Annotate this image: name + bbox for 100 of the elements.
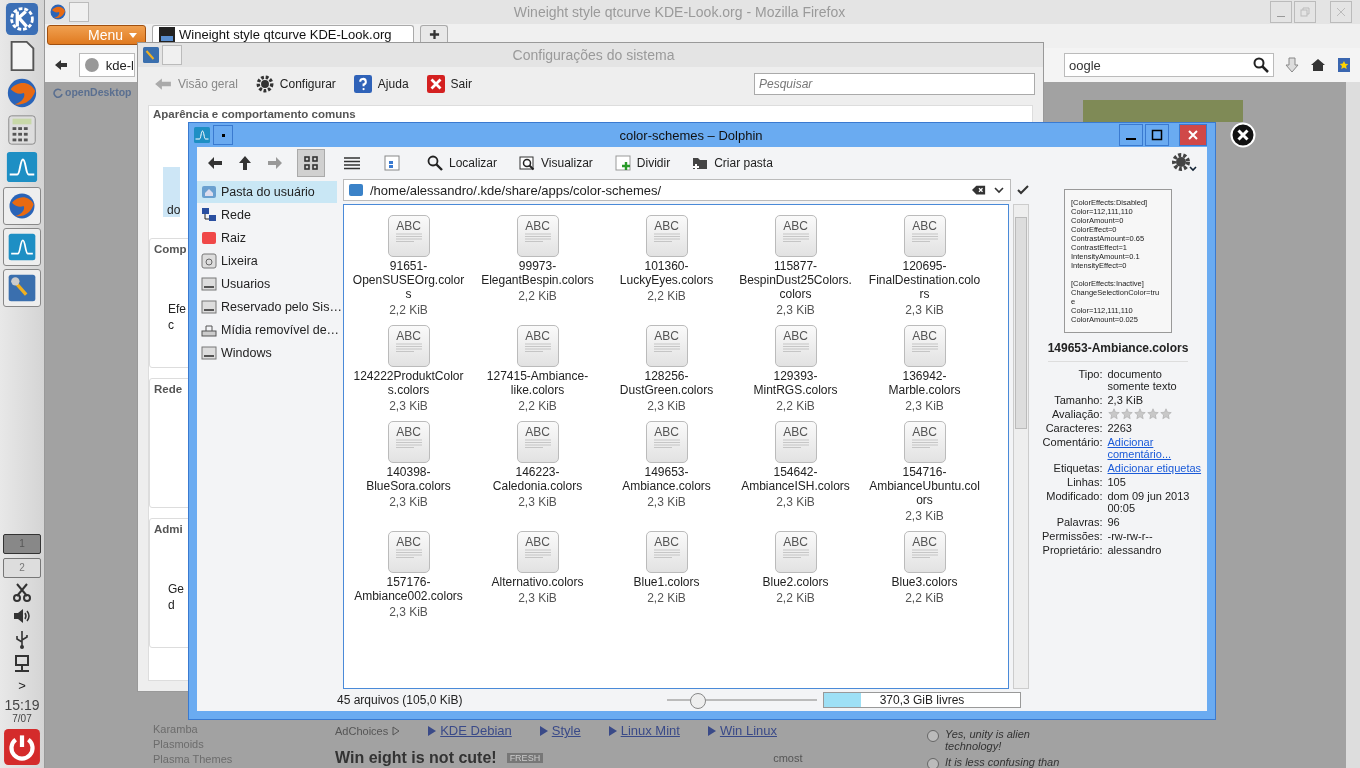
- places-item[interactable]: Rede: [197, 204, 337, 226]
- file-name[interactable]: Alternativo.colors: [480, 575, 595, 589]
- play-icon[interactable]: [392, 725, 401, 736]
- text-file-icon[interactable]: ABC: [387, 531, 430, 573]
- calculator-icon[interactable]: [5, 113, 39, 147]
- close-button[interactable]: [1179, 124, 1207, 146]
- file-name[interactable]: 136942-Marble.colors: [867, 369, 982, 397]
- toolbar-button[interactable]: Localizar: [427, 155, 498, 171]
- new-tab-button[interactable]: [420, 25, 449, 43]
- taskbar-button[interactable]: [3, 228, 41, 266]
- scrollbar[interactable]: [1013, 204, 1029, 689]
- settings-item[interactable]: Ge: [168, 582, 184, 596]
- file-name[interactable]: 128256-DustGreen.colors: [609, 369, 724, 397]
- text-file-icon[interactable]: ABC: [387, 215, 430, 257]
- settings-item[interactable]: d: [168, 598, 175, 612]
- text-file-icon[interactable]: ABC: [387, 421, 430, 463]
- places-item[interactable]: Pasta do usuário: [197, 181, 337, 203]
- property-link[interactable]: Adicionar etiquetas: [1107, 462, 1204, 474]
- minimize-button[interactable]: [1119, 124, 1143, 146]
- home-icon[interactable]: [1310, 57, 1326, 73]
- file-name[interactable]: 99973-ElegantBespin.colors: [480, 259, 595, 287]
- toolbar-button[interactable]: Visualizar: [519, 155, 593, 171]
- file-name[interactable]: 129393-MintRGS.colors: [738, 369, 853, 397]
- property-link[interactable]: Adicionar comentário...: [1107, 436, 1204, 460]
- file-name[interactable]: 101360-LuckyEyes.colors: [609, 259, 724, 287]
- text-file-icon[interactable]: ABC: [774, 325, 817, 367]
- file-name[interactable]: 115877-BespinDust25Colors.colors: [738, 259, 853, 301]
- toolbar-button[interactable]: Dividir: [614, 155, 671, 171]
- article-title[interactable]: Win eight is not cute!: [335, 749, 497, 767]
- file-name[interactable]: Blue1.colors: [609, 575, 724, 589]
- network-icon[interactable]: [12, 654, 32, 674]
- file-name[interactable]: 149653-Ambiance.colors: [609, 465, 724, 493]
- text-file-icon[interactable]: ABC: [645, 531, 688, 573]
- view-mode-button[interactable]: [297, 149, 325, 177]
- scrollbar[interactable]: [1346, 82, 1360, 768]
- toolbar-button[interactable]: Criar pasta: [692, 155, 773, 171]
- tray-expander[interactable]: >: [18, 678, 26, 693]
- volume-icon[interactable]: [12, 606, 32, 626]
- clear-icon[interactable]: [972, 184, 986, 196]
- toolbar-button[interactable]: Sair: [426, 75, 472, 93]
- file-name[interactable]: Blue2.colors: [738, 575, 853, 589]
- url-field[interactable]: kde-l: [79, 53, 135, 77]
- taskbar-button[interactable]: [3, 187, 41, 225]
- file-name[interactable]: 146223-Caledonia.colors: [480, 465, 595, 493]
- browser-tab[interactable]: Wineight style qtcurve KDE-Look.org: [152, 25, 415, 43]
- wave-app-icon[interactable]: [5, 150, 39, 184]
- text-file-icon[interactable]: ABC: [774, 421, 817, 463]
- search-field[interactable]: oogle: [1064, 53, 1274, 77]
- maximize-button[interactable]: [1145, 124, 1169, 146]
- power-icon[interactable]: [3, 728, 41, 766]
- text-file-icon[interactable]: ABC: [387, 325, 430, 367]
- checkmark-icon[interactable]: [1017, 184, 1029, 196]
- text-file-icon[interactable]: ABC: [645, 215, 688, 257]
- file-name[interactable]: 154642-AmbianceISH.colors: [738, 465, 853, 493]
- back-arrow-icon[interactable]: [207, 155, 223, 171]
- search-icon[interactable]: [1253, 57, 1269, 73]
- text-file-icon[interactable]: ABC: [516, 215, 559, 257]
- kde-launcher-icon[interactable]: [5, 2, 39, 36]
- file-name[interactable]: 91651-OpenSUSEOrg.colors: [351, 259, 466, 301]
- file-name[interactable]: 157176-Ambiance002.colors: [351, 575, 466, 603]
- file-name[interactable]: Blue3.colors: [867, 575, 982, 589]
- desktop-pager-button[interactable]: 2: [3, 558, 41, 578]
- settings-item[interactable]: do: [163, 167, 181, 217]
- globe-app-icon[interactable]: [5, 76, 39, 110]
- text-file-icon[interactable]: ABC: [645, 421, 688, 463]
- pin-button[interactable]: [213, 125, 233, 145]
- search-field[interactable]: Pesquisar: [754, 73, 1035, 95]
- places-item[interactable]: Lixeira: [197, 250, 337, 272]
- bookmarks-icon[interactable]: [1336, 57, 1352, 73]
- radio-button[interactable]: [927, 730, 939, 742]
- places-item[interactable]: Raiz: [197, 227, 337, 249]
- places-item[interactable]: Mídia removível de…: [197, 319, 337, 341]
- toolbar-button[interactable]: Ajuda: [353, 75, 409, 93]
- places-item[interactable]: Windows: [197, 342, 337, 364]
- text-file-icon[interactable]: ABC: [516, 325, 559, 367]
- text-file-icon[interactable]: ABC: [903, 215, 946, 257]
- back-arrow-icon[interactable]: [53, 57, 69, 73]
- forward-arrow-icon[interactable]: [267, 155, 283, 171]
- text-file-icon[interactable]: ABC: [903, 421, 946, 463]
- taskbar-button[interactable]: [3, 269, 41, 307]
- location-field[interactable]: /home/alessandro/.kde/share/apps/color-schemes/: [343, 179, 1011, 201]
- settings-item[interactable]: Efe: [168, 302, 186, 316]
- text-file-icon[interactable]: ABC: [774, 531, 817, 573]
- file-name[interactable]: 154716-AmbianceUbuntu.colors: [867, 465, 982, 507]
- scissors-icon[interactable]: [12, 582, 32, 602]
- settings-icon[interactable]: [1171, 152, 1197, 174]
- text-file-icon[interactable]: ABC: [516, 531, 559, 573]
- toolbar-button[interactable]: Configurar: [255, 75, 336, 93]
- text-file-icon[interactable]: ABC: [645, 325, 688, 367]
- up-arrow-icon[interactable]: [237, 155, 253, 171]
- settings-item[interactable]: c: [168, 318, 174, 332]
- zoom-slider[interactable]: [667, 693, 817, 707]
- close-icon[interactable]: [1230, 122, 1256, 148]
- text-file-icon[interactable]: ABC: [903, 531, 946, 573]
- text-file-icon[interactable]: ABC: [774, 215, 817, 257]
- file-name[interactable]: 140398-BlueSora.colors: [351, 465, 466, 493]
- text-file-icon[interactable]: ABC: [903, 325, 946, 367]
- text-file-icon[interactable]: ABC: [516, 421, 559, 463]
- file-name[interactable]: 127415-Ambiance-like.colors: [480, 369, 595, 397]
- places-item[interactable]: Usuarios: [197, 273, 337, 295]
